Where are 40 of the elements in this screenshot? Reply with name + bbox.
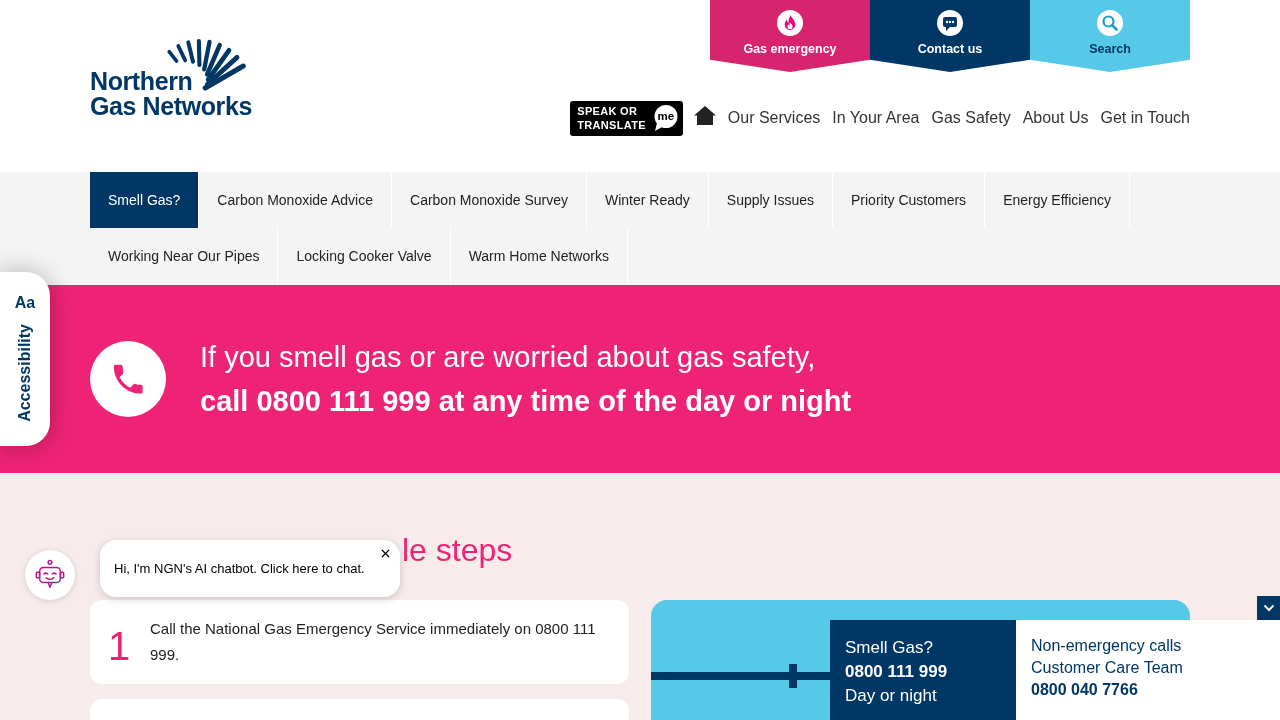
collapse-button[interactable]	[1257, 596, 1280, 620]
contact-note: Day or night	[845, 685, 937, 707]
quick-link-button[interactable]: Search	[1030, 0, 1190, 72]
translate-button[interactable]: SPEAK OR TRANSLATE me	[570, 100, 683, 136]
robot-icon	[34, 559, 66, 591]
contact-title: Non-emergency calls	[1031, 636, 1182, 656]
menu-tab[interactable]: Locking Cooker Valve	[278, 228, 451, 284]
phone-number: 0800 040 7766	[1031, 680, 1138, 700]
section-heading: le steps	[402, 531, 513, 570]
menu-tab[interactable]: Working Near Our Pipes	[90, 228, 279, 284]
step-text: Call the National Gas Emergency Service immediately on 0800 111 999.	[150, 619, 597, 665]
phone-number: 0800 111 999	[845, 661, 948, 683]
banner-text: If you smell gas or are worried about gas safety, call 0800 111 999 at any time of the day or night	[200, 340, 852, 419]
close-icon[interactable]	[381, 549, 390, 558]
home-icon[interactable]	[693, 105, 716, 125]
chevron-down-icon	[1262, 604, 1275, 612]
flame-icon	[777, 10, 803, 36]
chat-bubble-icon	[937, 10, 963, 36]
menu-tab[interactable]: Carbon Monoxide Advice	[199, 172, 392, 228]
chat-message[interactable]: Hi, I'm NGN's AI chatbot. Click here to chat.	[114, 561, 365, 577]
menu-tab[interactable]: Energy Efficiency	[985, 172, 1131, 228]
contact-title: Smell Gas?	[845, 637, 933, 659]
accessibility-button[interactable]: Aa Accessibility	[0, 272, 50, 446]
phone-icon	[90, 341, 166, 417]
menu-tab[interactable]: Warm Home Networks	[450, 228, 628, 284]
nav-link[interactable]: Our Services	[727, 108, 821, 128]
company-logo[interactable]: Northern Gas Networks	[90, 33, 252, 123]
nav-link[interactable]: In Your Area	[832, 108, 920, 128]
team-name: Customer Care Team	[1031, 658, 1183, 678]
menu-tab[interactable]: Priority Customers	[833, 172, 986, 228]
quick-link-button[interactable]: Gas emergency	[710, 0, 870, 72]
nav-link[interactable]: Gas Safety	[931, 108, 1011, 128]
nav-link[interactable]: About Us	[1022, 108, 1089, 128]
search-icon	[1097, 10, 1123, 36]
quick-link-button[interactable]: Contact us	[870, 0, 1030, 72]
nav-link[interactable]: Get in Touch	[1100, 108, 1190, 128]
menu-tab[interactable]: Winter Ready	[587, 172, 709, 228]
menu-tab[interactable]: Carbon Monoxide Survey	[392, 172, 587, 228]
menu-tab[interactable]: Smell Gas?	[90, 172, 200, 228]
menu-tab[interactable]: Supply Issues	[708, 172, 833, 228]
